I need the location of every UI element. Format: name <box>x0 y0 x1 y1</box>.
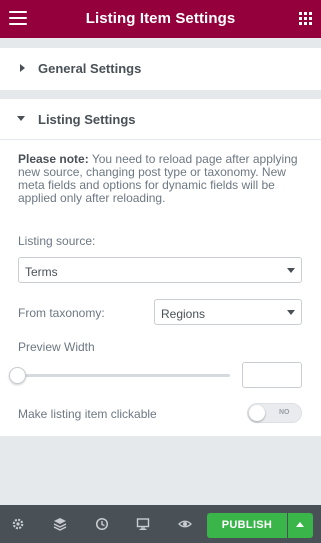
reload-note: Please note: You need to reload page aft… <box>18 153 308 205</box>
history-icon[interactable] <box>95 517 109 531</box>
toggle-knob <box>249 405 265 421</box>
caret-down-icon <box>17 116 25 121</box>
from-taxonomy-value: Regions <box>161 307 206 321</box>
layers-icon[interactable] <box>53 517 67 531</box>
clickable-toggle[interactable]: NO <box>247 403 302 423</box>
listing-source-label: Listing source: <box>18 234 96 248</box>
grid-icon[interactable] <box>299 12 312 25</box>
panel-title: Listing Item Settings <box>85 10 236 27</box>
caret-up-icon <box>296 522 304 527</box>
from-taxonomy-label: From taxonomy: <box>18 306 105 320</box>
chevron-down-icon <box>287 310 295 315</box>
responsive-icon[interactable] <box>136 517 150 531</box>
from-taxonomy-select[interactable]: Regions <box>154 299 302 325</box>
section-divider <box>0 139 321 140</box>
general-settings-section: General Settings <box>0 48 321 90</box>
caret-right-icon <box>20 64 25 72</box>
hamburger-icon[interactable] <box>9 11 27 25</box>
panel-header: Listing Item Settings <box>0 0 321 38</box>
listing-settings-section: Listing Settings Please note: You need t… <box>0 99 321 436</box>
general-settings-label: General Settings <box>38 61 142 76</box>
preview-width-label: Preview Width <box>18 340 95 354</box>
preview-width-slider-track[interactable] <box>18 374 230 377</box>
gear-icon[interactable] <box>11 517 25 531</box>
publish-button[interactable]: PUBLISH <box>207 513 287 538</box>
chevron-down-icon <box>287 268 295 273</box>
publish-options-button[interactable] <box>288 513 313 538</box>
listing-settings-label: Listing Settings <box>38 112 136 127</box>
note-strong: Please note: <box>18 152 89 166</box>
clickable-label: Make listing item clickable <box>18 407 157 421</box>
listing-source-select[interactable]: Terms <box>18 257 302 283</box>
preview-width-input[interactable] <box>242 362 302 388</box>
preview-eye-icon[interactable] <box>178 517 192 531</box>
preview-width-slider-handle[interactable] <box>9 367 26 384</box>
toggle-text: NO <box>279 409 290 416</box>
listing-settings-header[interactable]: Listing Settings <box>0 99 321 139</box>
listing-source-value: Terms <box>25 265 58 279</box>
general-settings-header[interactable]: General Settings <box>0 48 321 88</box>
